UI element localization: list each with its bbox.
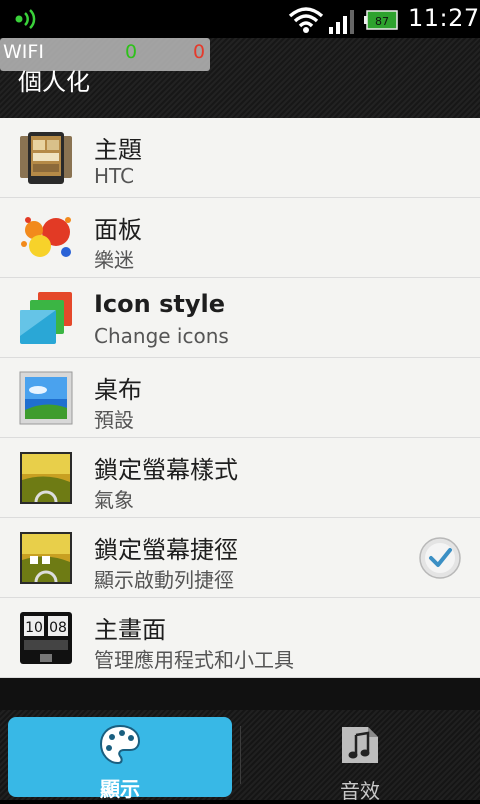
music-note-icon	[342, 727, 378, 763]
battery-icon: 87	[364, 10, 398, 30]
list-item-skin[interactable]: 面板 樂迷	[0, 198, 480, 278]
list-item-theme[interactable]: 主題 HTC	[0, 118, 480, 198]
lockscreen-style-icon	[20, 452, 72, 504]
wifi-icon	[288, 7, 324, 33]
status-bar: 87 11:27	[0, 0, 480, 38]
home-screen-icon: 10 08	[20, 612, 72, 664]
list-item-lockscreen-shortcut[interactable]: 鎖定螢幕捷徑 顯示啟動列捷徑	[0, 518, 480, 598]
personalize-list: 主題 HTC 面板 樂迷 Icon style Change icons 桌布 …	[0, 118, 480, 678]
wifi-overlay-rx: 0	[125, 41, 138, 63]
list-item-subtitle: 預設	[94, 408, 134, 432]
lockscreen-shortcut-icon	[20, 532, 72, 584]
svg-text:08: 08	[49, 620, 67, 636]
wifi-traffic-overlay: WIFI 0 0	[0, 38, 210, 71]
list-item-wallpaper[interactable]: 桌布 預設	[0, 358, 480, 438]
tab-sound[interactable]: 音效	[248, 717, 472, 803]
checkmark-icon[interactable]	[418, 536, 462, 580]
list-item-subtitle: 氣象	[94, 488, 134, 512]
tab-divider	[240, 726, 241, 784]
icon-style-icon	[20, 292, 72, 344]
signal-strength-icon	[329, 10, 354, 34]
list-item-subtitle: 樂迷	[94, 248, 134, 272]
tab-display-label: 顯示	[100, 777, 140, 801]
list-item-title: 鎖定螢幕捷徑	[94, 536, 238, 564]
status-clock: 11:27	[408, 4, 480, 32]
list-item-lockscreen-style[interactable]: 鎖定螢幕樣式 氣象	[0, 438, 480, 518]
wifi-overlay-label: WIFI	[3, 41, 44, 63]
wifi-overlay-tx: 0	[193, 41, 206, 63]
theme-icon	[20, 132, 72, 184]
list-item-title: Icon style	[94, 290, 225, 318]
list-item-subtitle: 顯示啟動列捷徑	[94, 568, 234, 592]
tab-display[interactable]: 顯示	[8, 717, 232, 801]
palette-icon	[99, 724, 141, 765]
skin-icon	[21, 217, 71, 257]
svg-text:87: 87	[375, 15, 389, 28]
wallpaper-icon	[19, 371, 73, 425]
svg-text:10: 10	[25, 620, 43, 636]
list-item-subtitle: Change icons	[94, 324, 229, 348]
list-item-title: 主畫面	[94, 616, 166, 644]
bottom-tab-bar: 顯示 音效	[0, 710, 480, 803]
list-item-title: 鎖定螢幕樣式	[94, 456, 238, 484]
list-footer-gap	[0, 678, 480, 710]
list-item-subtitle: 管理應用程式和小工具	[94, 648, 294, 672]
list-item-home-screen[interactable]: 10 08 主畫面 管理應用程式和小工具	[0, 598, 480, 678]
list-item-icon-style[interactable]: Icon style Change icons	[0, 278, 480, 358]
list-item-title: 面板	[94, 216, 142, 244]
list-item-title: 桌布	[94, 376, 142, 404]
data-activity-icon	[15, 9, 36, 29]
list-item-subtitle: HTC	[94, 164, 135, 188]
list-item-title: 主題	[94, 136, 142, 164]
